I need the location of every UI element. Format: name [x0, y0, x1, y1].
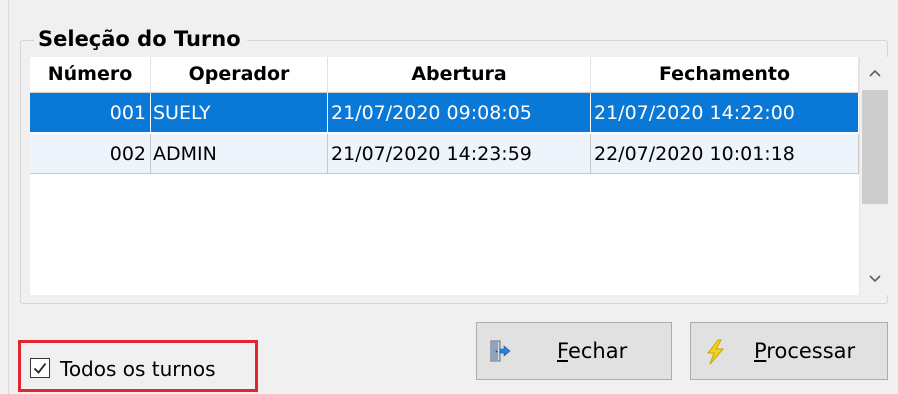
- column-header-abertura[interactable]: Abertura: [328, 57, 591, 92]
- table-row[interactable]: 002 ADMIN 21/07/2020 14:23:59 22/07/2020…: [30, 134, 859, 174]
- cell-abertura[interactable]: 21/07/2020 09:08:05: [328, 93, 591, 133]
- cell-operador[interactable]: ADMIN: [151, 134, 328, 174]
- chevron-down-icon[interactable]: [860, 263, 890, 295]
- exit-door-icon: [487, 339, 511, 363]
- lightning-icon: [703, 339, 727, 365]
- cell-abertura[interactable]: 21/07/2020 14:23:59: [328, 134, 591, 174]
- todos-os-turnos-checkbox[interactable]: [30, 358, 50, 378]
- cell-numero[interactable]: 002: [30, 134, 151, 174]
- cell-fechamento[interactable]: 21/07/2020 14:22:00: [591, 93, 859, 133]
- column-header-operador[interactable]: Operador: [151, 57, 328, 92]
- checkbox-label[interactable]: Todos os turnos: [60, 354, 216, 384]
- processar-button[interactable]: Processar: [690, 322, 888, 380]
- fechar-label: Fechar: [557, 339, 628, 363]
- shift-grid[interactable]: Número Operador Abertura Fechamento 001 …: [30, 57, 890, 295]
- chevron-up-icon[interactable]: [860, 57, 890, 89]
- processar-label: Processar: [754, 339, 856, 363]
- table-row[interactable]: 001 SUELY 21/07/2020 09:08:05 21/07/2020…: [30, 93, 859, 133]
- cell-operador[interactable]: SUELY: [151, 93, 328, 133]
- shift-selection-window: Seleção do Turno Número Operador Abertur…: [0, 0, 898, 394]
- vertical-scrollbar[interactable]: [859, 57, 890, 295]
- window-edge: [8, 0, 9, 394]
- scrollbar-thumb[interactable]: [862, 90, 888, 204]
- checkmark-icon: [33, 362, 47, 374]
- fechar-button[interactable]: Fechar: [476, 322, 672, 380]
- cell-fechamento[interactable]: 22/07/2020 10:01:18: [591, 134, 859, 174]
- grid-header: Número Operador Abertura Fechamento: [30, 57, 859, 93]
- group-title: Seleção do Turno: [34, 25, 247, 53]
- column-header-numero[interactable]: Número: [30, 57, 151, 92]
- column-header-fechamento[interactable]: Fechamento: [591, 57, 859, 92]
- cell-numero[interactable]: 001: [30, 93, 151, 133]
